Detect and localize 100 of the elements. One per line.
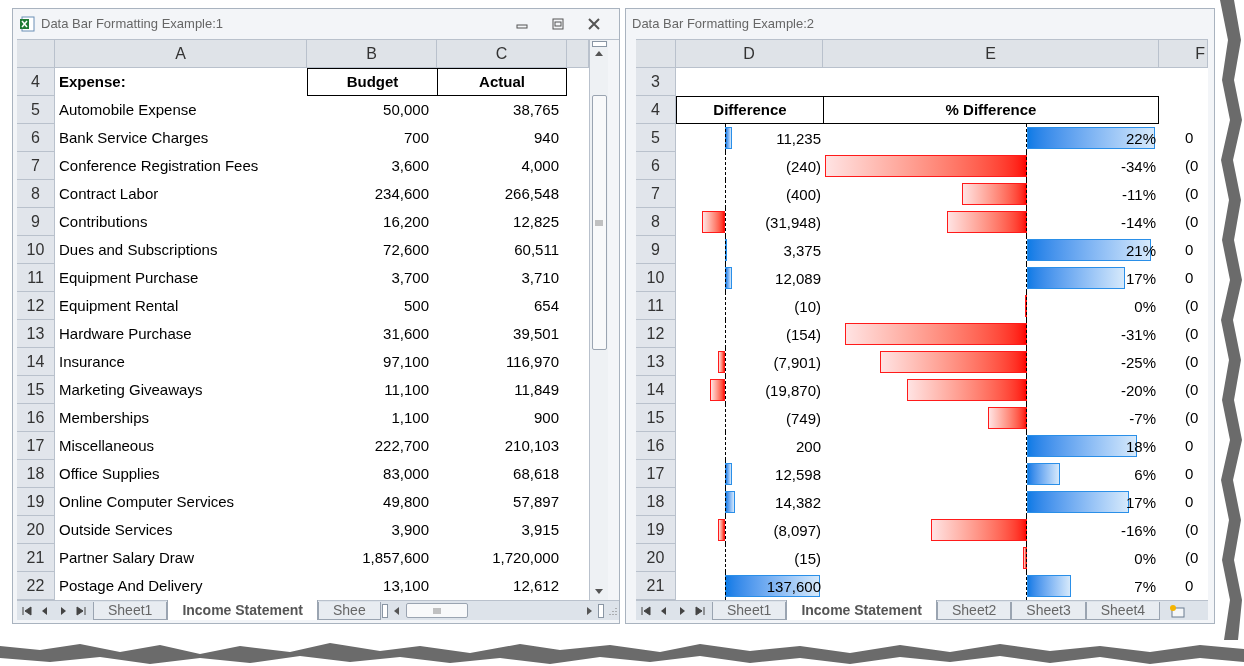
table-cell-text: 68,618 — [512, 463, 560, 484]
scroll-up-icon[interactable] — [594, 49, 604, 57]
first-sheet-icon[interactable] — [21, 604, 33, 617]
row-header[interactable]: 15 — [636, 404, 676, 432]
row-header[interactable]: 14 — [636, 376, 676, 404]
scroll-thumb[interactable] — [591, 95, 607, 350]
scroll-down-icon[interactable] — [594, 588, 604, 596]
row-header[interactable]: 10 — [17, 236, 55, 264]
sheet-tab[interactable]: Sheet3 — [1011, 601, 1086, 620]
spreadsheet-icon[interactable] — [19, 16, 35, 32]
row-header[interactable]: 21 — [17, 544, 55, 572]
split-handle[interactable] — [598, 603, 604, 618]
row-header[interactable]: 20 — [17, 516, 55, 544]
row-header[interactable]: 16 — [636, 432, 676, 460]
table-cell-text: Contributions — [58, 211, 149, 232]
column-header[interactable]: D — [676, 40, 823, 68]
column-header[interactable]: F — [1159, 40, 1208, 68]
row-header[interactable]: 13 — [17, 320, 55, 348]
row-header[interactable]: 21 — [636, 572, 676, 600]
row-header[interactable]: 10 — [636, 264, 676, 292]
table-cell-text: 0 — [1184, 239, 1195, 260]
sheet-tab[interactable]: Sheet1 — [712, 601, 787, 620]
row-header[interactable]: 19 — [636, 516, 676, 544]
row-header[interactable]: 3 — [636, 68, 676, 96]
column-header[interactable]: B — [307, 40, 437, 68]
table-cell-text: (154) — [785, 325, 821, 345]
table-cell-text: -14% — [1120, 213, 1156, 233]
column-header[interactable]: E — [823, 40, 1159, 68]
table-cell-text: 60,511 — [513, 239, 560, 260]
table-cell-text: 1,857,600 — [361, 547, 430, 568]
scroll-thumb[interactable] — [405, 603, 468, 618]
table-cell-text: 0% — [1134, 297, 1156, 317]
scroll-right-icon[interactable] — [586, 605, 594, 616]
row-header[interactable]: 11 — [17, 264, 55, 292]
row-header[interactable]: 4 — [636, 96, 676, 124]
row-header[interactable]: 8 — [636, 208, 676, 236]
first-sheet-icon[interactable] — [640, 604, 652, 617]
sheet-tab[interactable]: Sheet4 — [1085, 601, 1161, 620]
table-cell-text: (0 — [1184, 295, 1200, 316]
window-title: Data Bar Formatting Example:2 — [632, 15, 815, 34]
table-cell-text: 57,897 — [512, 491, 560, 512]
vertical-scrollbar[interactable] — [589, 40, 608, 600]
row-header[interactable]: 22 — [17, 572, 55, 600]
row-header[interactable]: 9 — [17, 208, 55, 236]
row-header[interactable]: 6 — [17, 124, 55, 152]
row-header[interactable]: 4 — [17, 68, 55, 96]
table-cell-text: 234,600 — [373, 183, 430, 204]
grip-icon[interactable] — [595, 219, 603, 226]
resize-grip-icon[interactable] — [607, 605, 617, 616]
sheet-tab[interactable]: Shee — [317, 601, 381, 620]
row-header[interactable]: 6 — [636, 152, 676, 180]
table-cell-text: 11,235 — [776, 129, 821, 149]
close-icon[interactable] — [587, 17, 601, 31]
table-cell-text: 39,501 — [512, 323, 560, 344]
row-header[interactable]: 12 — [17, 292, 55, 320]
row-header[interactable]: 11 — [636, 292, 676, 320]
sheet-tab[interactable]: Income Statement — [167, 600, 318, 620]
row-header[interactable]: 9 — [636, 236, 676, 264]
row-header[interactable]: 12 — [636, 320, 676, 348]
row-header[interactable]: 17 — [636, 460, 676, 488]
table-cell-text: 3,900 — [390, 519, 430, 540]
table-cell-text: (240) — [785, 157, 821, 177]
sheet-tab[interactable]: Income Statement — [786, 600, 937, 620]
table-cell-text: 83,000 — [382, 463, 430, 484]
row-header[interactable]: 13 — [636, 348, 676, 376]
column-header[interactable]: C — [437, 40, 567, 68]
column-header[interactable]: A — [55, 40, 307, 68]
table-cell-text: 3,710 — [520, 267, 560, 288]
table-cell-text: -20% — [1120, 381, 1156, 401]
table-cell-text: 1,720,000 — [491, 547, 560, 568]
row-header[interactable]: 7 — [17, 152, 55, 180]
last-sheet-icon[interactable] — [694, 604, 706, 617]
table-cell-text: 116,970 — [504, 351, 560, 372]
table-cell: Actual — [437, 68, 567, 96]
insert-sheet-icon[interactable] — [1168, 603, 1187, 618]
row-header[interactable]: 8 — [17, 180, 55, 208]
row-header[interactable]: 14 — [17, 348, 55, 376]
row-header[interactable]: 19 — [17, 488, 55, 516]
last-sheet-icon[interactable] — [75, 604, 87, 617]
split-handle[interactable] — [381, 603, 388, 618]
row-header[interactable]: 18 — [17, 460, 55, 488]
row-header[interactable]: 5 — [17, 96, 55, 124]
restore-icon[interactable] — [551, 17, 565, 31]
table-cell-text: -34% — [1120, 157, 1156, 177]
split-handle[interactable] — [591, 41, 607, 47]
row-header[interactable]: 16 — [17, 404, 55, 432]
row-header[interactable]: 17 — [17, 432, 55, 460]
row-header[interactable]: 18 — [636, 488, 676, 516]
row-header[interactable]: 20 — [636, 544, 676, 572]
table-cell-text: Postage And Delivery — [58, 575, 204, 596]
table-cell-text: 38,765 — [512, 99, 560, 120]
row-header[interactable]: 5 — [636, 124, 676, 152]
table-cell-text: 11,100 — [383, 379, 430, 400]
table-cell-text: 3,375 — [783, 241, 821, 261]
grip-icon[interactable] — [432, 607, 441, 614]
sheet-tab[interactable]: Sheet1 — [93, 601, 168, 620]
sheet-tab[interactable]: Sheet2 — [936, 601, 1012, 620]
row-header[interactable]: 7 — [636, 180, 676, 208]
row-header[interactable]: 15 — [17, 376, 55, 404]
table-cell-text: 1,100 — [390, 407, 430, 428]
